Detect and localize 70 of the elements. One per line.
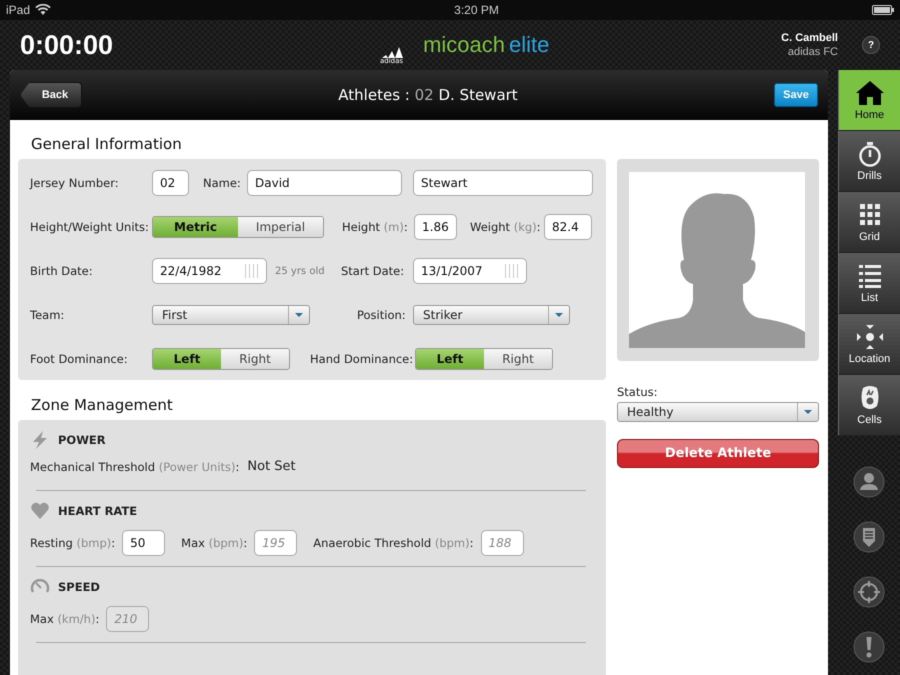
zone-title: SPEED [58, 580, 100, 594]
user-name: C. Cambell [781, 31, 838, 45]
field-label: Height (m): [342, 220, 409, 234]
position-dropdown[interactable]: Striker [413, 305, 570, 325]
zone-input-field[interactable]: 188 [480, 530, 524, 556]
status-dropdown[interactable]: Healthy [617, 402, 819, 422]
field-label: Weight (kg): [470, 220, 542, 234]
heart-icon [30, 501, 50, 521]
segment-option[interactable]: Left [153, 349, 221, 369]
segment-option[interactable]: Imperial [238, 217, 323, 237]
field-label: Max (bpm): [181, 536, 248, 550]
field-label: Height/Weight Units: [30, 220, 150, 234]
logo-accent-text: elite [508, 32, 550, 58]
battery-icon [872, 5, 894, 15]
field-label: Start Date: [341, 264, 406, 278]
segment-option[interactable]: Left [416, 349, 484, 369]
field-label: Max (km/h): [30, 612, 100, 626]
segment-option[interactable]: Metric [153, 217, 238, 237]
clock-time: 3:20 PM [453, 3, 499, 17]
zone-title: HEART RATE [58, 504, 138, 518]
user-team: adidas FC [788, 45, 838, 59]
field-label: Birth Date: [30, 264, 94, 278]
zone-input-field[interactable]: 50 [122, 530, 166, 556]
section-heading: General Information [31, 135, 183, 153]
nav-tab[interactable]: List [838, 253, 900, 314]
start-date-field[interactable]: 13/1/2007 [413, 258, 527, 284]
field-value: Not Set [247, 459, 296, 474]
zone-title: POWER [58, 433, 106, 447]
jersey-field[interactable]: 02 [152, 170, 189, 196]
field-label: Name: [203, 176, 242, 190]
crosshair-icon[interactable] [853, 576, 885, 608]
segment-option[interactable]: Right [221, 349, 289, 369]
weight-field[interactable]: 82.4 [544, 214, 592, 240]
zone-input-field[interactable]: 195 [254, 530, 298, 556]
lightning-icon [30, 430, 50, 450]
team-dropdown[interactable]: First [152, 305, 310, 325]
nav-tab[interactable]: Cells [838, 375, 900, 436]
nav-tab[interactable]: Drills [838, 131, 900, 192]
note-icon[interactable] [853, 521, 885, 553]
carrier-label: iPad [6, 3, 30, 17]
birth-date-field[interactable]: 22/4/1982 [152, 258, 267, 284]
first-name-field[interactable]: David [247, 170, 402, 196]
back-button[interactable]: Back [20, 82, 82, 108]
help-button[interactable]: ? [862, 36, 880, 54]
segment-option[interactable]: Right [484, 349, 552, 369]
nav-tab[interactable]: Home [838, 70, 900, 131]
field-label: Jersey Number: [30, 176, 120, 190]
home-icon [854, 80, 884, 106]
section-heading: Zone Management [31, 396, 174, 414]
wifi-icon [35, 4, 52, 16]
field-label: Hand Dominance: [310, 352, 414, 366]
nav-tab[interactable]: Location [838, 314, 900, 375]
alert-icon[interactable] [853, 631, 885, 663]
age-note: 25 yrs old [275, 266, 326, 276]
field-label: Foot Dominance: [30, 352, 129, 366]
person-icon[interactable] [853, 466, 885, 498]
height-field[interactable]: 1.86 [414, 214, 457, 240]
delete-athlete-button[interactable]: Delete Athlete [617, 439, 819, 468]
page-title: Athletes : 02 D. Stewart [337, 86, 519, 104]
nav-tab[interactable]: Grid [838, 192, 900, 253]
logo-text: micoach [423, 32, 505, 58]
field-label: Mechanical Threshold (Power Units): [30, 460, 240, 474]
field-label: Team: [30, 308, 66, 322]
last-name-field[interactable]: Stewart [413, 170, 593, 196]
target-arrows-icon [854, 324, 884, 350]
status-label: Status: [617, 385, 659, 399]
field-label: Anaerobic Threshold (bpm): [313, 536, 474, 550]
field-label: Resting (bmp): [30, 536, 116, 550]
session-timer: 0:00:00 [20, 30, 114, 60]
field-label: Position: [357, 308, 407, 322]
